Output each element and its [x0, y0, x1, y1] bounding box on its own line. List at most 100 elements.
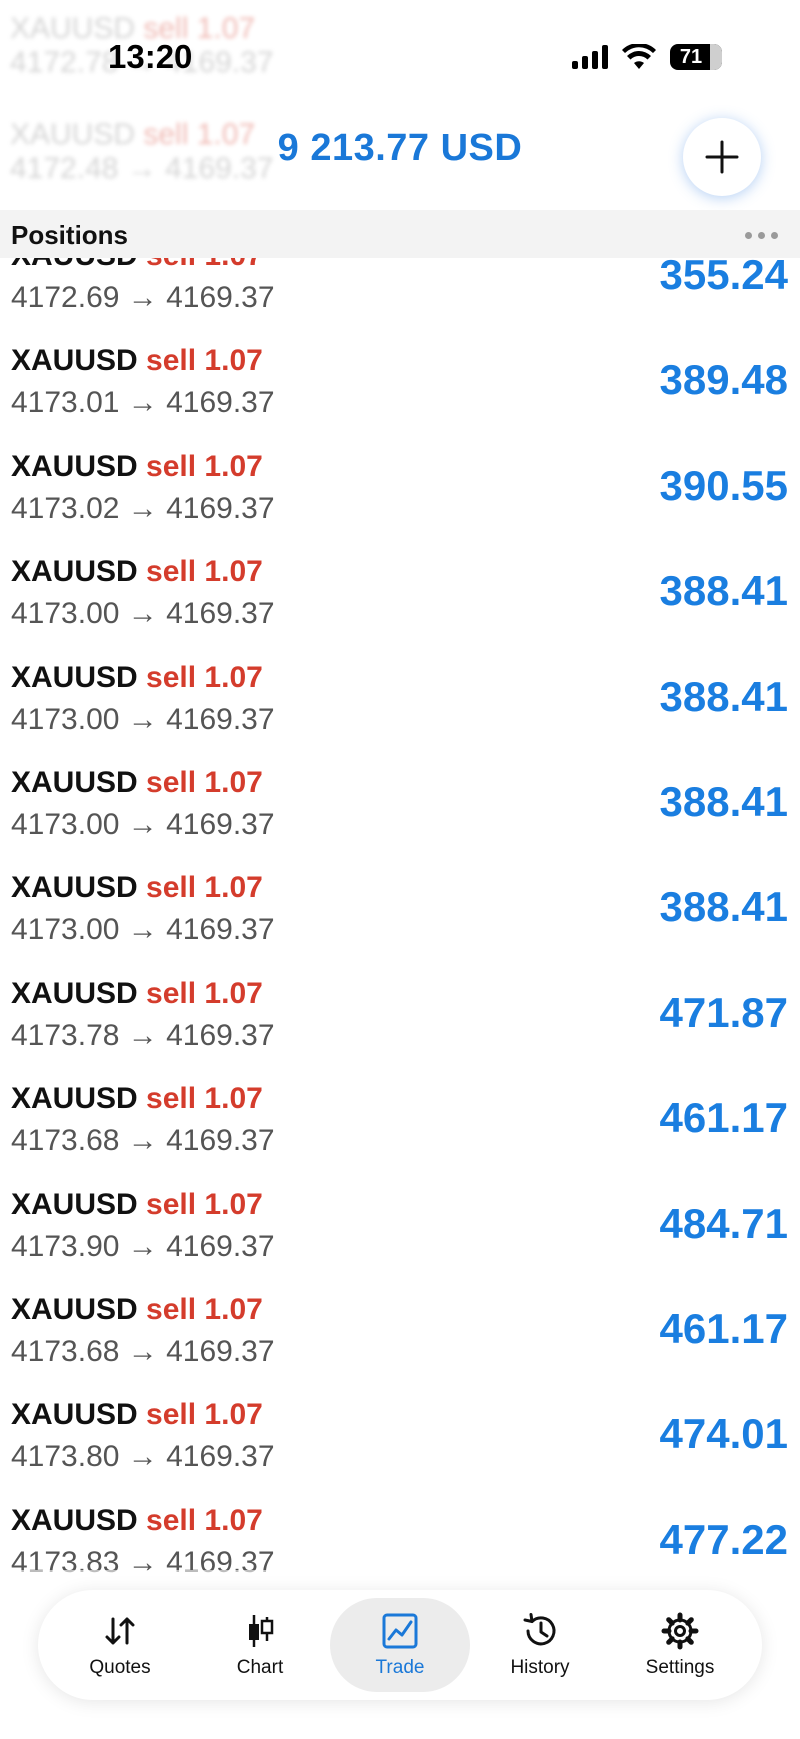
- position-profit: 474.01: [659, 1410, 788, 1458]
- tab-quotes[interactable]: Quotes: [50, 1598, 190, 1692]
- position-profit: 471.87: [659, 988, 788, 1036]
- position-prices: 4173.80 → 4169.37: [11, 1440, 275, 1474]
- tab-label: Quotes: [89, 1657, 151, 1678]
- position-side: sell: [146, 660, 197, 694]
- position-profit: 388.41: [659, 567, 788, 615]
- position-symbol: XAUUSD: [11, 555, 138, 589]
- tab-label: Settings: [645, 1657, 715, 1678]
- cellular-signal-icon: [572, 45, 608, 69]
- position-prices: 4173.68 → 4169.37: [11, 1124, 275, 1158]
- new-order-button[interactable]: [683, 118, 761, 196]
- position-side: sell: [146, 449, 197, 483]
- position-prices: 4173.01 → 4169.37: [11, 386, 275, 420]
- position-volume: 1.07: [204, 976, 263, 1010]
- position-volume: 1.07: [204, 449, 263, 483]
- position-symbol: XAUUSD: [11, 1503, 138, 1537]
- position-row[interactable]: XAUUSD sell 1.07 4173.01 → 4169.37 389.4…: [0, 328, 800, 433]
- position-row[interactable]: XAUUSD sell 1.07 4173.00 → 4169.37 388.4…: [0, 645, 800, 750]
- position-symbol: XAUUSD: [11, 660, 138, 694]
- position-symbol: XAUUSD: [11, 449, 138, 483]
- position-volume: 1.07: [204, 555, 263, 589]
- tab-bar: Quotes Chart Trade History Settings: [38, 1590, 762, 1700]
- position-symbol: XAUUSD: [11, 1187, 138, 1221]
- positions-section-header: Positions: [0, 210, 800, 258]
- position-volume: 1.07: [204, 660, 263, 694]
- position-symbol: XAUUSD: [11, 1082, 138, 1116]
- position-prices: 4173.00 → 4169.37: [11, 597, 275, 631]
- position-volume: 1.07: [204, 1292, 263, 1326]
- position-volume: 1.07: [204, 765, 263, 799]
- battery-level: 71: [679, 45, 703, 68]
- position-row[interactable]: XAUUSD sell 1.07 4173.00 → 4169.37 388.4…: [0, 855, 800, 960]
- position-profit: 477.22: [659, 1515, 788, 1563]
- position-row[interactable]: XAUUSD sell 1.07 4173.00 → 4169.37 388.4…: [0, 539, 800, 644]
- trade-chart-icon: [382, 1613, 418, 1649]
- position-volume: 1.07: [204, 1082, 263, 1116]
- position-profit: 461.17: [659, 1094, 788, 1142]
- position-side: sell: [146, 1503, 197, 1537]
- header: XAUUSD sell 1.07 4172.78 → 4169.37 XAUUS…: [0, 0, 800, 210]
- tab-label: Trade: [375, 1657, 425, 1678]
- more-options-icon[interactable]: [745, 232, 778, 239]
- position-side: sell: [146, 871, 197, 905]
- position-prices: 4173.00 → 4169.37: [11, 702, 275, 736]
- section-title: Positions: [11, 220, 129, 250]
- position-row[interactable]: XAUUSD sell 1.07 4173.90 → 4169.37 484.7…: [0, 1172, 800, 1277]
- gear-icon: [661, 1612, 699, 1650]
- position-profit: 388.41: [659, 883, 788, 931]
- position-row[interactable]: XAUUSD sell 1.07 4173.80 → 4169.37 474.0…: [0, 1382, 800, 1487]
- position-side: sell: [146, 1398, 197, 1432]
- position-volume: 1.07: [204, 1187, 263, 1221]
- position-symbol: XAUUSD: [11, 344, 138, 378]
- position-symbol: XAUUSD: [11, 976, 138, 1010]
- position-profit: 484.71: [659, 1199, 788, 1247]
- position-symbol: XAUUSD: [11, 871, 138, 905]
- position-profit: 390.55: [659, 461, 788, 509]
- position-side: sell: [146, 1082, 197, 1116]
- position-symbol: XAUUSD: [11, 1292, 138, 1326]
- plus-icon: [705, 140, 739, 174]
- position-profit: 389.48: [659, 356, 788, 404]
- candlestick-icon: [249, 1615, 274, 1647]
- position-volume: 1.07: [204, 344, 263, 378]
- position-profit: 461.17: [659, 1304, 788, 1352]
- position-prices: 4173.78 → 4169.37: [11, 1018, 275, 1052]
- tab-chart[interactable]: Chart: [190, 1598, 330, 1692]
- positions-list[interactable]: XAUUSD sell 1.07 4172.69 → 4169.37 355.2…: [0, 223, 800, 1593]
- position-row[interactable]: XAUUSD sell 1.07 4173.68 → 4169.37 461.1…: [0, 1277, 800, 1382]
- tab-label: Chart: [236, 1657, 284, 1678]
- history-clock-icon: [523, 1613, 556, 1646]
- position-volume: 1.07: [204, 871, 263, 905]
- position-prices: 4173.02 → 4169.37: [11, 491, 275, 525]
- position-side: sell: [146, 344, 197, 378]
- tab-trade[interactable]: Trade: [330, 1598, 470, 1692]
- position-row[interactable]: XAUUSD sell 1.07 4173.78 → 4169.37 471.8…: [0, 961, 800, 1066]
- quotes-arrows-icon: [105, 1617, 135, 1645]
- position-prices: 4172.69 → 4169.37: [11, 281, 275, 314]
- status-icons: 71: [572, 44, 722, 70]
- position-row[interactable]: XAUUSD sell 1.07 4173.02 → 4169.37 390.5…: [0, 434, 800, 539]
- position-side: sell: [146, 555, 197, 589]
- tab-label: History: [510, 1657, 570, 1678]
- account-balance[interactable]: 9 213.77 USD: [0, 127, 800, 170]
- position-prices: 4173.00 → 4169.37: [11, 913, 275, 947]
- position-row[interactable]: XAUUSD sell 1.07 4173.68 → 4169.37 461.1…: [0, 1066, 800, 1171]
- position-prices: 4173.90 → 4169.37: [11, 1229, 275, 1263]
- tab-history[interactable]: History: [470, 1598, 610, 1692]
- position-prices: 4173.00 → 4169.37: [11, 807, 275, 841]
- position-side: sell: [146, 976, 197, 1010]
- position-profit: 388.41: [659, 777, 788, 825]
- position-profit: 355.24: [659, 251, 788, 298]
- position-row[interactable]: XAUUSD sell 1.07 4173.00 → 4169.37 388.4…: [0, 750, 800, 855]
- position-side: sell: [146, 1187, 197, 1221]
- position-volume: 1.07: [204, 1398, 263, 1432]
- position-symbol: XAUUSD: [11, 1398, 138, 1432]
- position-prices: 4173.68 → 4169.37: [11, 1334, 275, 1368]
- status-time: 13:20: [108, 38, 193, 75]
- position-side: sell: [146, 765, 197, 799]
- tab-settings[interactable]: Settings: [610, 1598, 750, 1692]
- position-symbol: XAUUSD: [11, 765, 138, 799]
- position-profit: 388.41: [659, 672, 788, 720]
- position-volume: 1.07: [204, 1503, 263, 1537]
- wifi-icon: [622, 44, 656, 69]
